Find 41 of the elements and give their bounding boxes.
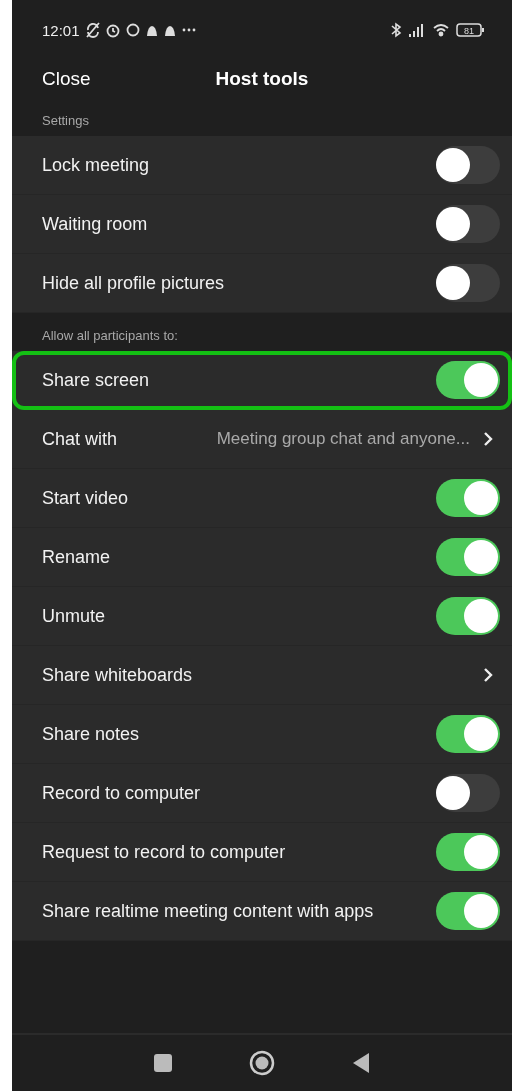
setting-label: Unmute bbox=[42, 605, 106, 627]
toggle-switch[interactable] bbox=[436, 538, 500, 576]
section-title: Settings bbox=[41, 112, 90, 130]
setting-label: Hide all profile pictures bbox=[42, 272, 225, 294]
wifi-icon bbox=[432, 22, 450, 38]
section-title: Allow all participants to: bbox=[41, 327, 179, 345]
home-icon[interactable] bbox=[249, 1050, 275, 1076]
chevron-right-icon[interactable] bbox=[482, 431, 494, 447]
alarm-icon bbox=[105, 22, 120, 38]
setting-label: Lock meeting bbox=[42, 154, 150, 176]
recents-icon[interactable] bbox=[153, 1053, 173, 1073]
toggle-switch[interactable] bbox=[436, 715, 500, 753]
chevron-right-icon[interactable] bbox=[482, 667, 494, 683]
setting-label: Waiting room bbox=[42, 213, 148, 235]
toggle-switch[interactable] bbox=[436, 597, 500, 635]
toggle-switch[interactable] bbox=[436, 205, 500, 243]
setting-label: Share realtime meeting content with apps bbox=[42, 900, 374, 922]
back-icon[interactable] bbox=[351, 1052, 371, 1074]
setting-label: Share screen bbox=[42, 369, 150, 391]
toggle-switch[interactable] bbox=[436, 479, 500, 517]
toggle-switch[interactable] bbox=[436, 361, 500, 399]
screen-title: Host tools bbox=[215, 68, 309, 90]
close-button[interactable]: Close bbox=[42, 68, 91, 90]
toggle-switch[interactable] bbox=[436, 833, 500, 871]
setting-label: Start video bbox=[42, 487, 129, 509]
status-time: 12:01 bbox=[42, 21, 80, 39]
more-icon bbox=[181, 28, 196, 32]
toggle-switch[interactable] bbox=[436, 774, 500, 812]
sync-off-icon bbox=[85, 22, 100, 38]
toggle-switch[interactable] bbox=[436, 892, 500, 930]
signal-icon bbox=[408, 22, 426, 38]
setting-value: Meeting group chat and anyone... bbox=[216, 429, 470, 449]
setting-label: Rename bbox=[42, 546, 111, 568]
toggle-switch[interactable] bbox=[436, 264, 500, 302]
setting-label: Request to record to computer bbox=[42, 841, 286, 863]
bluetooth-icon bbox=[390, 22, 402, 38]
setting-label: Chat with bbox=[42, 428, 118, 450]
setting-label: Record to computer bbox=[42, 782, 201, 804]
setting-label: Share whiteboards bbox=[42, 664, 193, 686]
setting-label: Share notes bbox=[42, 723, 140, 745]
toggle-switch[interactable] bbox=[436, 146, 500, 184]
